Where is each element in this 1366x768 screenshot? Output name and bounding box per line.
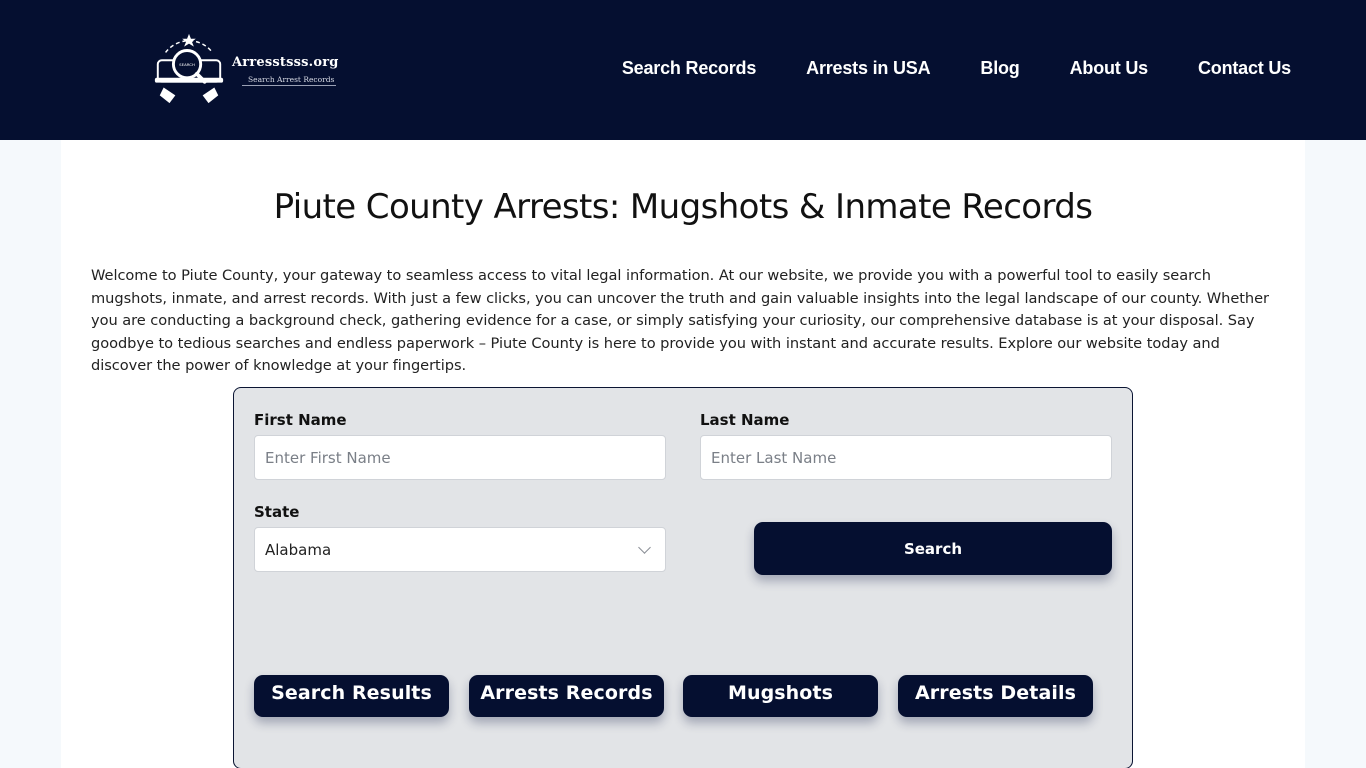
last-name-input[interactable] (700, 435, 1112, 480)
intro-paragraph: Welcome to Piute County, your gateway to… (91, 267, 1270, 375)
chevron-down-icon (638, 541, 651, 554)
arrests-records-button[interactable]: Arrests Records (469, 675, 664, 717)
nav-contact-us[interactable]: Contact Us (1198, 58, 1291, 79)
state-select[interactable]: Alabama (254, 527, 666, 572)
first-name-input[interactable] (254, 435, 666, 480)
site-header: SEARCH Arresstsss.org Search Arrest Reco… (0, 0, 1366, 140)
nav-search-records[interactable]: Search Records (622, 58, 756, 79)
state-select-box[interactable]: Alabama (254, 527, 666, 572)
mugshots-button[interactable]: Mugshots (683, 675, 878, 717)
search-results-button[interactable]: Search Results (254, 675, 449, 717)
search-magnifier-badge-icon: SEARCH (154, 33, 224, 104)
site-logo[interactable]: SEARCH Arresstsss.org Search Arrest Reco… (150, 30, 350, 110)
last-name-label: Last Name (700, 411, 790, 429)
state-selected-value: Alabama (265, 540, 332, 559)
nav-arrests-in-usa[interactable]: Arrests in USA (806, 58, 930, 79)
page-title: Piute County Arrests: Mugshots & Inmate … (273, 187, 1093, 227)
state-label: State (254, 503, 300, 521)
search-button[interactable]: Search (754, 522, 1112, 575)
search-form: First Name Last Name State Alabama Searc… (233, 387, 1133, 768)
arrests-details-button[interactable]: Arrests Details (898, 675, 1093, 717)
svg-text:SEARCH: SEARCH (179, 62, 195, 67)
main-content: Piute County Arrests: Mugshots & Inmate … (61, 140, 1305, 768)
logo-name: Arresstsss.org (232, 54, 339, 70)
nav-blog[interactable]: Blog (980, 58, 1019, 79)
main-nav: Search Records Arrests in USA Blog About… (622, 58, 1291, 79)
logo-tagline: Search Arrest Records (242, 75, 337, 86)
first-name-label: First Name (254, 411, 347, 429)
nav-about-us[interactable]: About Us (1070, 58, 1149, 79)
